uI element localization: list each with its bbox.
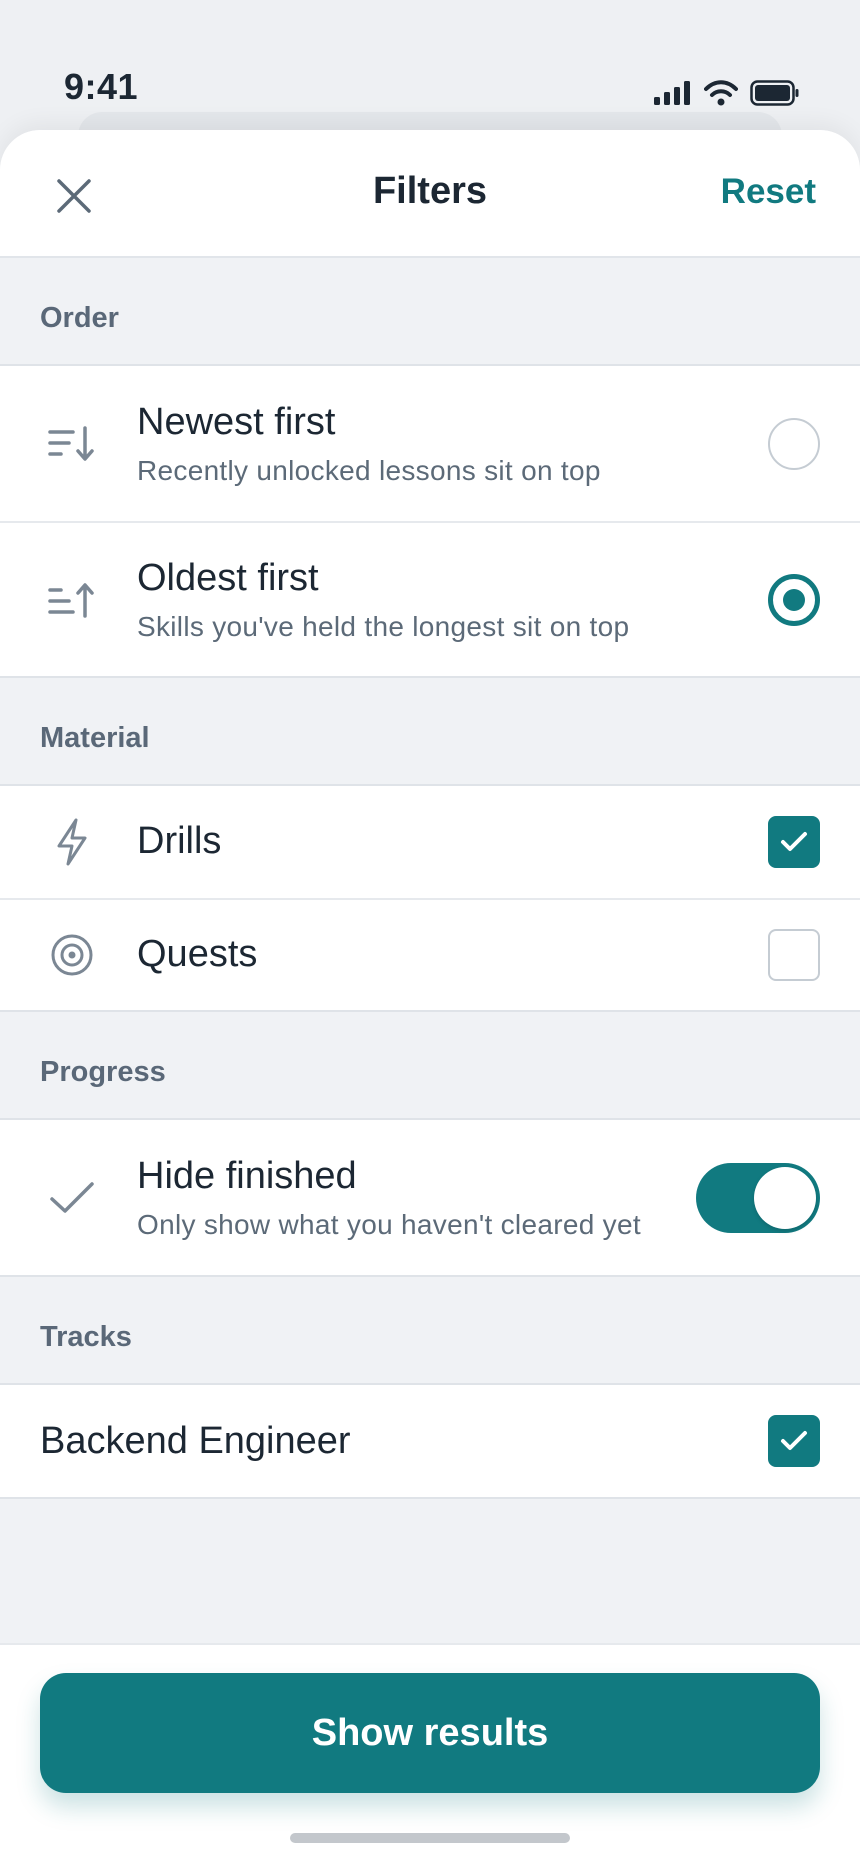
checkmark-icon bbox=[781, 1431, 807, 1450]
track-option-backend-engineer[interactable]: Backend Engineer bbox=[0, 1385, 860, 1497]
section-label-progress: Progress bbox=[40, 1056, 166, 1088]
filters-sheet: Filters Reset Order Newest first Recentl… bbox=[0, 130, 860, 1864]
option-title: Quests bbox=[137, 933, 258, 976]
option-title: Hide finished bbox=[137, 1154, 357, 1197]
option-title: Newest first bbox=[137, 400, 336, 443]
order-option-text: Oldest first Skills you've held the long… bbox=[137, 556, 680, 644]
section-label-material: Material bbox=[40, 722, 150, 754]
reset-button[interactable]: Reset bbox=[721, 172, 816, 212]
material-option-text: Quests bbox=[137, 932, 680, 978]
track-title: Backend Engineer bbox=[40, 1419, 351, 1462]
tracks-group: Backend Engineer bbox=[0, 1383, 860, 1499]
order-option-oldest[interactable]: Oldest first Skills you've held the long… bbox=[0, 521, 860, 676]
material-option-quests[interactable]: Quests bbox=[0, 898, 860, 1010]
screen: 9:41 Filters Reset Order Newest first Re… bbox=[0, 0, 860, 1864]
material-option-text: Drills bbox=[137, 819, 680, 865]
option-title: Oldest first bbox=[137, 556, 319, 599]
signal-icon bbox=[654, 81, 690, 105]
check-icon bbox=[44, 1170, 100, 1226]
section-label-order: Order bbox=[40, 302, 119, 334]
sort-ascending-icon bbox=[44, 572, 100, 628]
option-subtitle: Skills you've held the longest sit on to… bbox=[137, 611, 630, 643]
sheet-header: Filters Reset bbox=[0, 130, 860, 258]
material-option-drills[interactable]: Drills bbox=[0, 786, 860, 898]
radio-newest-first[interactable] bbox=[768, 417, 820, 470]
toggle-knob bbox=[754, 1166, 816, 1229]
checkbox-drills[interactable] bbox=[768, 816, 820, 868]
option-subtitle: Only show what you haven't cleared yet bbox=[137, 1209, 641, 1241]
order-option-text: Newest first Recently unlocked lessons s… bbox=[137, 400, 680, 488]
hide-finished-text: Hide finished Only show what you haven't… bbox=[137, 1154, 680, 1242]
status-icons bbox=[654, 80, 800, 106]
target-icon bbox=[44, 927, 100, 983]
option-subtitle: Recently unlocked lessons sit on top bbox=[137, 455, 601, 487]
section-label-tracks: Tracks bbox=[40, 1321, 132, 1353]
lightning-icon bbox=[44, 814, 100, 870]
home-indicator bbox=[290, 1833, 570, 1843]
checkbox-quests[interactable] bbox=[768, 929, 820, 981]
hide-finished-row[interactable]: Hide finished Only show what you haven't… bbox=[0, 1120, 860, 1275]
wifi-icon bbox=[704, 80, 738, 106]
material-group: Drills Quests bbox=[0, 784, 860, 1012]
status-time: 9:41 bbox=[64, 66, 139, 107]
hide-finished-toggle[interactable] bbox=[696, 1162, 820, 1233]
checkmark-icon bbox=[781, 832, 807, 851]
status-bar: 9:41 bbox=[0, 0, 860, 130]
battery-icon bbox=[750, 80, 799, 106]
order-group: Newest first Recently unlocked lessons s… bbox=[0, 364, 860, 678]
checkbox-backend-engineer[interactable] bbox=[768, 1415, 820, 1467]
radio-oldest-first[interactable] bbox=[768, 573, 820, 626]
progress-group: Hide finished Only show what you haven't… bbox=[0, 1118, 860, 1277]
order-option-newest[interactable]: Newest first Recently unlocked lessons s… bbox=[0, 366, 860, 521]
sort-descending-icon bbox=[44, 416, 100, 472]
option-title: Drills bbox=[137, 820, 222, 863]
show-results-button[interactable]: Show results bbox=[40, 1673, 820, 1793]
